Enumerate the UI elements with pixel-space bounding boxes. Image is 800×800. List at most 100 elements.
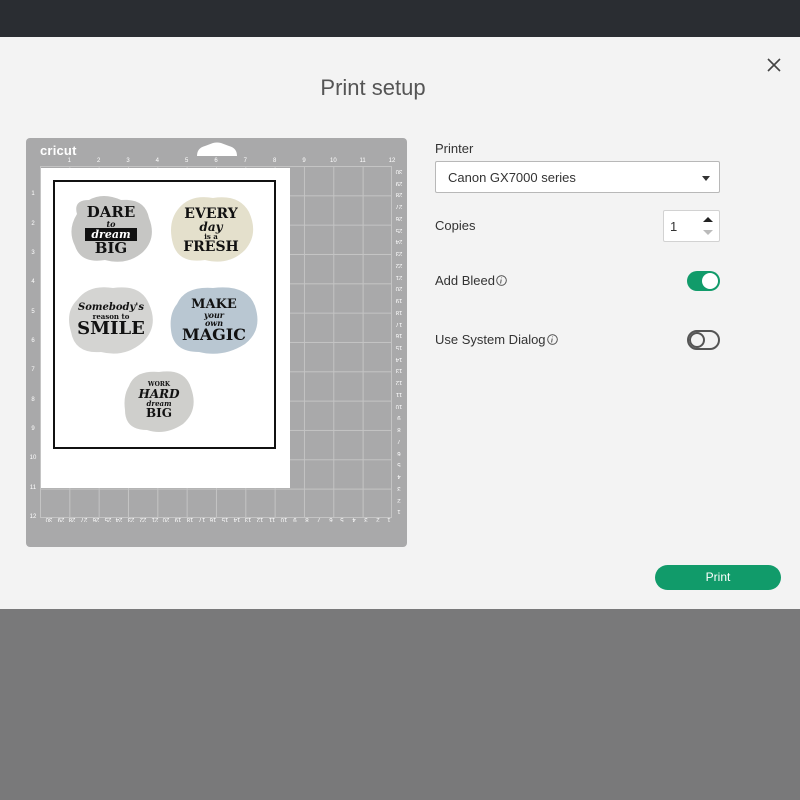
ruler-tick-label: 18	[395, 308, 403, 315]
ruler-tick-label: 2	[31, 220, 35, 227]
dialog-title: Print setup	[320, 75, 426, 100]
ruler-tick-label: 11	[359, 158, 366, 164]
increment-icon[interactable]	[702, 215, 714, 224]
ruler-tick-label: 4	[31, 279, 35, 286]
mat-notch-icon	[197, 142, 237, 156]
decrement-icon[interactable]	[702, 228, 714, 237]
ruler-tick-label: 10	[329, 158, 337, 164]
close-icon[interactable]	[760, 51, 788, 79]
toggle-knob	[702, 273, 718, 289]
ruler-tick-label: 23	[395, 250, 403, 257]
ruler-tick-label: 3	[397, 484, 401, 491]
ruler-tick-label: 3	[126, 158, 130, 164]
sticker-line: Somebody's	[78, 301, 144, 313]
ruler-tick-label: 8	[397, 426, 401, 433]
caret-down-icon	[702, 176, 710, 181]
ruler-tick-label: 4	[397, 473, 401, 480]
printer-select-value: Canon GX7000 series	[448, 170, 576, 185]
mat-preview: cricut 1 2 3 4 5 6 7 8 9 10 11 12 1 2 3 4 5 6 7 8 9 10 11 12 3…	[26, 138, 407, 547]
sticker-line: MAGIC	[181, 324, 246, 344]
ruler-tick-label: 5	[397, 461, 401, 468]
ruler-tick-label: 27	[395, 203, 403, 210]
ruler-tick-label: 9	[397, 414, 401, 421]
ruler-tick-label: 12	[388, 158, 396, 164]
ruler-tick-label: 2	[397, 496, 401, 503]
sticker-make-your-own-magic: MAKE your own MAGIC	[167, 282, 261, 358]
ruler-tick-label: 8	[31, 396, 35, 403]
ruler-tick-label: 22	[395, 261, 403, 268]
ruler-tick-label: 14	[395, 355, 403, 362]
sticker-line: MAKE	[191, 296, 237, 312]
copies-label: Copies	[435, 218, 476, 233]
sticker-line: to	[106, 218, 116, 229]
system-dialog-text: Use System Dialog	[435, 332, 546, 347]
system-dialog-label: Use System Dialog	[435, 332, 558, 347]
ruler-tick-label: 9	[31, 426, 35, 432]
sticker-line: day	[199, 219, 223, 234]
ruler-tick-label: 8	[272, 158, 277, 164]
ruler-tick-label: 7	[31, 367, 35, 374]
add-bleed-label: Add Bleed	[435, 273, 507, 288]
sticker-line: EVERY	[184, 205, 238, 222]
ruler-tick-label: 7	[397, 437, 401, 444]
ruler-tick-label: 2	[96, 158, 101, 164]
sticker-every-day-fresh: EVERY day is a FRESH	[165, 194, 257, 266]
ruler-tick-label: 25	[395, 226, 403, 233]
ruler-tick-label: 20	[395, 285, 403, 292]
ruler-tick-label: 16	[395, 332, 403, 339]
ruler-tick-label: 10	[395, 402, 403, 409]
sticker-work-hard-dream-big: WORK HARD dream BIG	[121, 366, 197, 434]
print-button[interactable]: Print	[655, 565, 781, 590]
sticker-line: SMILE	[77, 317, 145, 339]
sticker-line: HARD	[138, 386, 180, 401]
app-top-bar	[0, 0, 800, 37]
ruler-tick-label: 28	[395, 191, 403, 198]
ruler-tick-label: 24	[395, 238, 403, 245]
add-bleed-toggle[interactable]	[687, 271, 720, 291]
ruler-tick-label: 26	[395, 214, 403, 221]
sticker-somebodys-reason-to-smile: Somebody's reason to SMILE	[65, 282, 157, 358]
add-bleed-text: Add Bleed	[435, 273, 495, 288]
copies-value[interactable]: 1	[670, 219, 677, 234]
ruler-tick-label: 29	[395, 179, 403, 186]
copies-stepper[interactable]: 1	[663, 210, 720, 242]
ruler-tick-label: 4	[155, 158, 159, 164]
ruler-tick-label: 1	[397, 508, 401, 515]
ruler-tick-label: 1	[31, 191, 35, 198]
ruler-tick-label: 1	[67, 158, 71, 164]
ruler-tick-label: 3	[31, 250, 35, 256]
print-frame: DARE to dream BIG EVERY day is a FRESH S…	[53, 180, 276, 449]
ruler-left: 1 2 3 4 5 6 7 8 9 10 11 12	[26, 166, 40, 520]
brand-logo: cricut	[40, 143, 77, 158]
ruler-tick-label: 12	[395, 379, 403, 386]
ruler-tick-label: 30	[395, 168, 403, 174]
sticker-line: BIG	[94, 238, 128, 257]
ruler-tick-label: 10	[29, 455, 37, 462]
print-page: DARE to dream BIG EVERY day is a FRESH S…	[41, 168, 290, 488]
ruler-tick-label: 19	[395, 297, 403, 304]
sticker-dare-to-dream-big: DARE to dream BIG	[67, 194, 155, 266]
sticker-line: BIG	[145, 405, 172, 420]
ruler-tick-label: 11	[395, 390, 403, 397]
printer-label: Printer	[435, 141, 474, 156]
ruler-top: 1 2 3 4 5 6 7 8 9 10 11 12	[40, 158, 396, 166]
ruler-tick-label: 6	[31, 338, 35, 344]
ruler-tick-label: 6	[397, 449, 401, 456]
ruler-tick-label: 21	[395, 273, 403, 280]
sticker-line: FRESH	[183, 238, 239, 255]
ruler-tick-label: 6	[214, 158, 218, 164]
sticker-line: DARE	[86, 202, 136, 221]
system-dialog-toggle[interactable]	[687, 330, 720, 350]
ruler-tick-label: 17	[395, 320, 403, 327]
info-icon[interactable]	[546, 334, 558, 345]
ruler-tick-label: 11	[29, 484, 37, 491]
ruler-tick-label: 7	[243, 158, 247, 164]
info-icon[interactable]	[496, 275, 507, 286]
ruler-right: 30 29 28 27 26 25 24 23 22 21 20 19 18 17 16 15 14 13 12 11…	[392, 166, 406, 518]
modal-backdrop	[0, 609, 800, 800]
printer-select[interactable]: Canon GX7000 series	[435, 161, 720, 193]
ruler-tick-label: 15	[395, 344, 403, 350]
ruler-tick-label: 13	[395, 367, 403, 374]
toggle-knob	[689, 332, 705, 348]
ruler-tick-label: 12	[29, 514, 37, 520]
